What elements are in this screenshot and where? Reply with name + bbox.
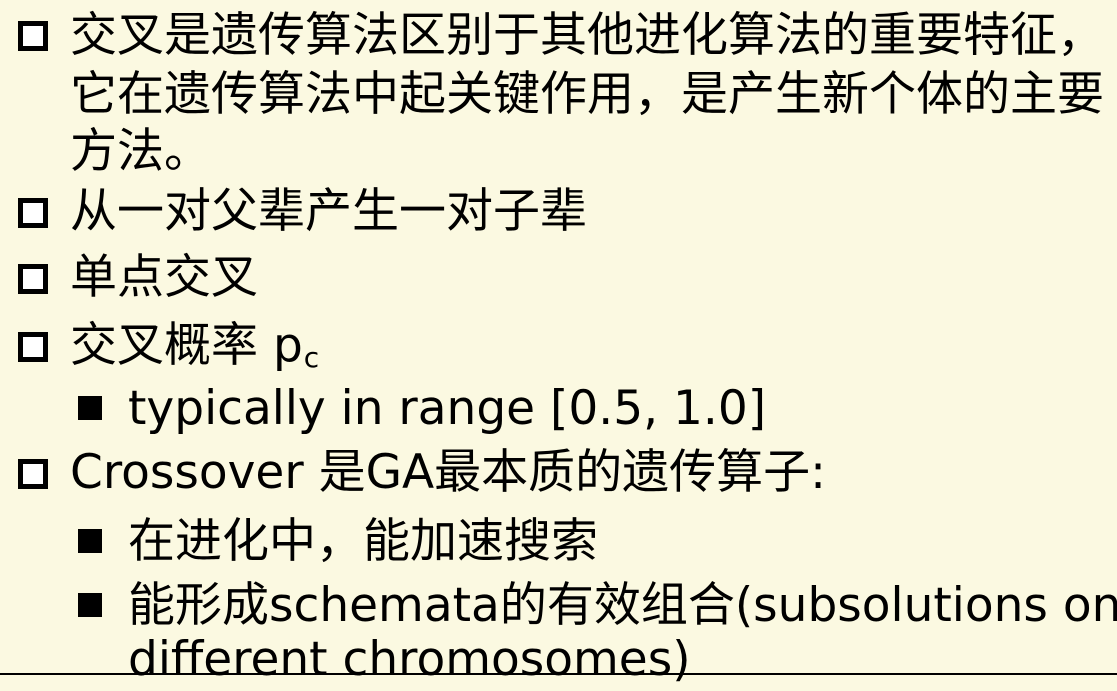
- hollow-square-bullet-icon: [18, 264, 48, 294]
- filled-square-bullet-icon: [78, 529, 102, 553]
- subscript-c: c: [303, 341, 320, 374]
- slide: 交叉是遗传算法区别于其他进化算法的重要特征， 它在遗传算法中起关键作用，是产生新…: [0, 0, 1117, 687]
- bullet-text: Crossover 是GA最本质的遗传算子:: [70, 445, 826, 500]
- crossover-probability-label: 交叉概率 p: [70, 318, 303, 373]
- hollow-square-bullet-icon: [18, 459, 48, 489]
- hollow-square-bullet-icon: [18, 21, 48, 51]
- filled-square-bullet-icon: [78, 593, 102, 617]
- sub-bullet-text: different chromosomes): [128, 632, 691, 687]
- sub-bullet-text: 在进化中，能加速搜索: [128, 514, 598, 569]
- bullet-text: 交叉是遗传算法区别于其他进化算法的重要特征，: [70, 8, 1104, 63]
- hollow-square-bullet-icon: [18, 198, 48, 228]
- bullet-text: 从一对父辈产生一对子辈: [70, 184, 587, 239]
- sub-bullet-text: typically in range [0.5, 1.0]: [128, 381, 767, 436]
- bullet-text: 单点交叉: [70, 250, 258, 305]
- bullet-text: 方法。: [70, 124, 211, 179]
- bottom-divider: [0, 673, 1117, 675]
- filled-square-bullet-icon: [78, 396, 102, 420]
- bullet-text: 它在遗传算法中起关键作用，是产生新个体的主要: [70, 67, 1104, 122]
- hollow-square-bullet-icon: [18, 332, 48, 362]
